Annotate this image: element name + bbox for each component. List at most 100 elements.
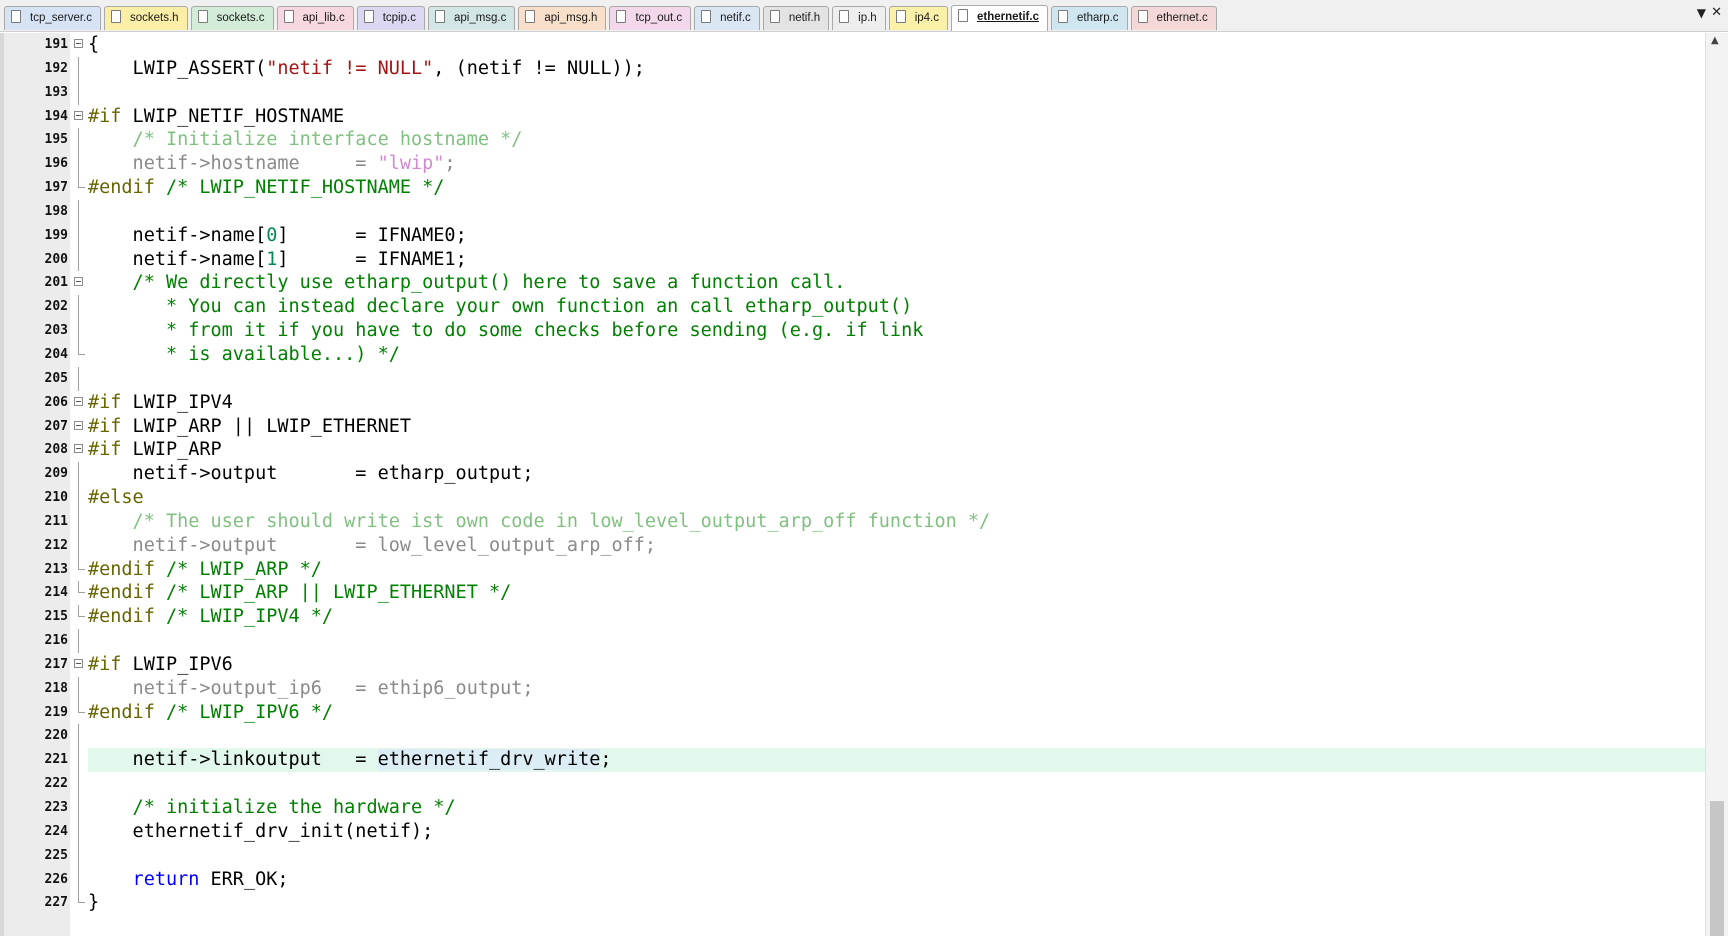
code-line[interactable]: 226 return ERR_OK; <box>0 867 1705 892</box>
code-token: LWIP_ARP || LWIP_ETHERNET <box>121 415 412 437</box>
chevron-down-icon[interactable]: ▼ <box>1697 6 1706 20</box>
code-line[interactable]: 199 netif->name[0] = IFNAME0; <box>0 223 1705 248</box>
code-line[interactable]: 200 netif->name[1] = IFNAME1; <box>0 247 1705 272</box>
tab-tcp-server-c[interactable]: tcp_server.c <box>4 6 101 30</box>
code-text: netif->output_ip6 = ethip6_output; <box>88 677 534 701</box>
code-line[interactable]: 212 netif->output = low_level_output_arp… <box>0 533 1705 558</box>
code-line[interactable]: 223 /* initialize the hardware */ <box>0 796 1705 820</box>
fold-guide <box>78 223 79 248</box>
code-line[interactable]: 191 { <box>0 33 1705 57</box>
line-number: 224 <box>44 823 68 839</box>
code-line[interactable]: 203 * from it if you have to do some che… <box>0 319 1705 343</box>
code-line[interactable]: 209 netif->output = etharp_output; <box>0 462 1705 487</box>
code-line[interactable]: 227} <box>0 891 1705 915</box>
code-line[interactable]: 198 <box>0 199 1705 224</box>
code-line[interactable]: 217 #if LWIP_IPV6 <box>0 653 1705 677</box>
fold-toggle-icon[interactable] <box>74 396 83 406</box>
code-text: #endif /* LWIP_NETIF_HOSTNAME */ <box>88 176 444 200</box>
code-line[interactable]: 201 /* We directly use etharp_output() h… <box>0 271 1705 295</box>
code-token: } <box>88 892 100 914</box>
code-line[interactable]: 213 #endif /* LWIP_ARP */ <box>0 557 1705 582</box>
code-line[interactable]: 219 #endif /* LWIP_IPV6 */ <box>0 700 1705 725</box>
code-editor[interactable]: 191 {192 LWIP_ASSERT("netif != NULL", (ne… <box>0 33 1728 936</box>
code-line[interactable]: 220 <box>0 724 1705 749</box>
code-line[interactable]: 193 <box>0 80 1705 105</box>
scrollbar-thumb[interactable] <box>1710 801 1724 936</box>
code-text: * is available...) */ <box>88 343 400 367</box>
tab-api-msg-c[interactable]: api_msg.c <box>427 6 516 30</box>
tab-api-msg-h[interactable]: api_msg.h <box>518 6 607 30</box>
code-line[interactable]: 214 #endif /* LWIP_ARP || LWIP_ETHERNET *… <box>0 581 1705 605</box>
fold-end-marker <box>78 711 85 713</box>
code-line[interactable]: 216 <box>0 629 1705 653</box>
code-text: #if LWIP_IPV4 <box>88 391 233 415</box>
code-token: netif->name[ <box>88 224 267 246</box>
tab-etharp-c[interactable]: etharp.c <box>1050 6 1128 30</box>
tab-ethernetif-c[interactable]: ethernetif.c <box>950 5 1048 31</box>
fold-end-marker <box>78 592 85 594</box>
tab-bar: tcp_server.c sockets.h sockets.c api_lib.c t… <box>0 0 1728 32</box>
tab-tcp-out-c[interactable]: tcp_out.c <box>609 6 692 30</box>
tab-ip-h[interactable]: ip.h <box>832 6 886 30</box>
code-line[interactable]: 222 <box>0 772 1705 796</box>
code-area[interactable]: 191 {192 LWIP_ASSERT("netif != NULL", (ne… <box>0 33 1705 915</box>
line-number: 198 <box>44 203 68 219</box>
fold-guide <box>78 819 79 844</box>
fold-guide <box>78 247 79 272</box>
vertical-scrollbar[interactable]: ▲ <box>1705 33 1728 936</box>
code-line[interactable]: 197 #endif /* LWIP_NETIF_HOSTNAME */ <box>0 176 1705 200</box>
code-line[interactable]: 218 netif->output_ip6 = ethip6_output; <box>0 676 1705 701</box>
fold-toggle-icon[interactable] <box>74 39 83 48</box>
tab-tcpip-c[interactable]: tcpip.c <box>356 6 425 30</box>
fold-guide <box>78 843 79 868</box>
tab-netif-h[interactable]: netif.h <box>762 6 830 30</box>
code-token: 1 <box>266 248 278 270</box>
line-number: 213 <box>44 561 68 577</box>
code-line[interactable]: 206 #if LWIP_IPV4 <box>0 391 1705 415</box>
code-text: * from it if you have to do some checks … <box>88 319 923 343</box>
code-token: * is available...) */ <box>88 343 400 365</box>
fold-toggle-icon[interactable] <box>74 444 83 454</box>
code-line[interactable]: 196 netif->hostname = "lwip"; <box>0 152 1705 177</box>
line-number: 211 <box>44 513 68 529</box>
code-line[interactable]: 211 /* The user should write ist own cod… <box>0 509 1705 534</box>
code-token: { <box>88 34 100 55</box>
tab-netif-c[interactable]: netif.c <box>694 6 760 30</box>
fold-guide <box>78 676 79 701</box>
tab-ip4-c[interactable]: ip4.c <box>888 6 948 30</box>
code-line[interactable]: 208 #if LWIP_ARP <box>0 438 1705 462</box>
code-line[interactable]: 202 * You can instead declare your own f… <box>0 295 1705 320</box>
code-line[interactable]: 221 netif->linkoutput = ethernetif_drv_w… <box>0 748 1705 773</box>
code-token: LWIP_IPV6 <box>121 653 233 675</box>
code-text: LWIP_ASSERT("netif != NULL", (netif != N… <box>88 57 645 81</box>
line-number: 222 <box>44 776 68 792</box>
line-number: 193 <box>44 84 68 100</box>
tab-sockets-c[interactable]: sockets.c <box>190 6 274 30</box>
code-token: #endif <box>88 606 155 628</box>
code-token: netif->name[ <box>88 248 267 270</box>
fold-toggle-icon[interactable] <box>74 277 83 287</box>
fold-end-marker <box>78 353 85 355</box>
close-icon[interactable]: ✕ <box>1711 5 1722 20</box>
code-token: netif->output_ip6 = ethip6_output; <box>88 677 534 699</box>
code-line[interactable]: 195 /* Initialize interface hostname */ <box>0 128 1705 153</box>
code-line[interactable]: 194 #if LWIP_NETIF_HOSTNAME <box>0 105 1705 129</box>
code-line[interactable]: 192 LWIP_ASSERT("netif != NULL", (netif … <box>0 56 1705 81</box>
code-line[interactable]: 224 ethernetif_drv_init(netif); <box>0 819 1705 844</box>
code-line[interactable]: 210 #else <box>0 486 1705 510</box>
tab-ethernet-c[interactable]: ethernet.c <box>1130 6 1217 30</box>
code-line[interactable]: 204 * is available...) */ <box>0 342 1705 367</box>
code-line[interactable]: 205 <box>0 366 1705 391</box>
scroll-up-arrow-icon[interactable]: ▲ <box>1711 35 1719 46</box>
line-number: 215 <box>44 609 68 625</box>
fold-toggle-icon[interactable] <box>74 658 83 668</box>
line-number: 219 <box>44 704 68 720</box>
code-token: #if <box>88 653 122 675</box>
fold-toggle-icon[interactable] <box>74 110 83 120</box>
fold-toggle-icon[interactable] <box>74 420 83 430</box>
code-line[interactable]: 207 #if LWIP_ARP || LWIP_ETHERNET <box>0 415 1705 439</box>
code-line[interactable]: 215 #endif /* LWIP_IPV4 */ <box>0 605 1705 629</box>
tab-sockets-h[interactable]: sockets.h <box>104 6 188 30</box>
tab-api-lib-c[interactable]: api_lib.c <box>276 6 354 30</box>
code-line[interactable]: 225 <box>0 843 1705 868</box>
